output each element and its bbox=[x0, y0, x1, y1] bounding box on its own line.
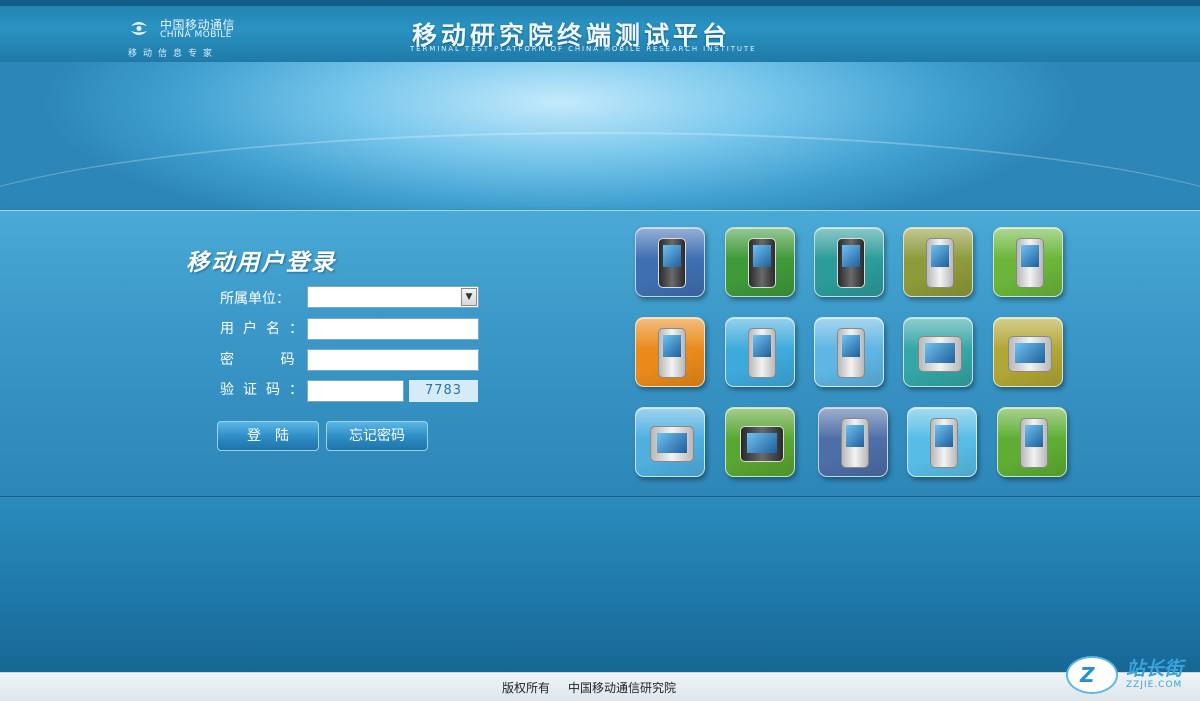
china-mobile-logo: 中国移动通信 CHINA MOBILE 移动信息专家 bbox=[128, 14, 248, 60]
login-title: 移动用户登录 bbox=[186, 250, 336, 276]
cloud-logo-icon: Z bbox=[1066, 656, 1118, 694]
device-phone-olive[interactable] bbox=[903, 227, 973, 297]
device-pda-navy[interactable] bbox=[818, 407, 888, 477]
logo-english-text: CHINA MOBILE bbox=[160, 30, 232, 40]
device-deskphone-teal[interactable] bbox=[903, 317, 973, 387]
footer-bar: 版权所有 中国移动通信研究院 bbox=[0, 672, 1200, 701]
header-bar: 中国移动通信 CHINA MOBILE 移动信息专家 移动研究院终端测试平台 T… bbox=[0, 0, 1200, 63]
device-reader-sky[interactable] bbox=[814, 317, 884, 387]
captcha-code[interactable]: 7783 bbox=[409, 380, 478, 402]
device-monitor-sky[interactable] bbox=[635, 407, 705, 477]
captcha-label: 验证码： bbox=[220, 382, 312, 398]
header-top-stripe bbox=[0, 0, 1200, 6]
unit-label: 所属单位： bbox=[220, 291, 290, 307]
hero-banner bbox=[0, 62, 1200, 210]
login-panel: 移动用户登录 所属单位： ▼ 用户名： 密 码： 验证码： 7783 登陆 忘记… bbox=[0, 210, 1200, 498]
lower-background bbox=[0, 497, 1200, 672]
logo-slogan: 移动信息专家 bbox=[128, 49, 219, 59]
footer-organization: 中国移动通信研究院 bbox=[568, 681, 677, 695]
username-label: 用户名： bbox=[220, 321, 312, 337]
watermark-mark: Z bbox=[1080, 663, 1095, 687]
device-phone-cyan[interactable] bbox=[725, 317, 795, 387]
chevron-down-icon[interactable]: ▼ bbox=[461, 288, 477, 306]
unit-select[interactable]: ▼ bbox=[307, 286, 479, 308]
china-mobile-logo-icon bbox=[131, 22, 147, 35]
device-phone-green2[interactable] bbox=[997, 407, 1067, 477]
device-phone-orange[interactable] bbox=[635, 317, 705, 387]
device-phone-aqua[interactable] bbox=[907, 407, 977, 477]
hero-arc-decoration bbox=[0, 132, 1200, 210]
device-phone-teal[interactable] bbox=[814, 227, 884, 297]
footer-copyright: 版权所有 bbox=[502, 681, 551, 695]
site-watermark: Z 站长街 ZZJIE.COM bbox=[1060, 650, 1200, 700]
device-slider-green[interactable] bbox=[725, 407, 795, 477]
forgot-password-button[interactable]: 忘记密码 bbox=[326, 421, 428, 451]
login-button[interactable]: 登陆 bbox=[217, 421, 319, 451]
password-input[interactable] bbox=[307, 349, 479, 371]
username-input[interactable] bbox=[307, 318, 479, 340]
device-card-olive[interactable] bbox=[993, 317, 1063, 387]
device-phone-green[interactable] bbox=[725, 227, 795, 297]
captcha-input[interactable] bbox=[307, 380, 404, 402]
device-phone-lime[interactable] bbox=[993, 227, 1063, 297]
device-pda-blue[interactable] bbox=[635, 227, 705, 297]
watermark-chinese: 站长街 bbox=[1126, 658, 1184, 680]
platform-subtitle: TERMINAL TEST PLATFORM OF CHINA MOBILE R… bbox=[410, 45, 757, 53]
watermark-english: ZZJIE.COM bbox=[1126, 680, 1183, 690]
